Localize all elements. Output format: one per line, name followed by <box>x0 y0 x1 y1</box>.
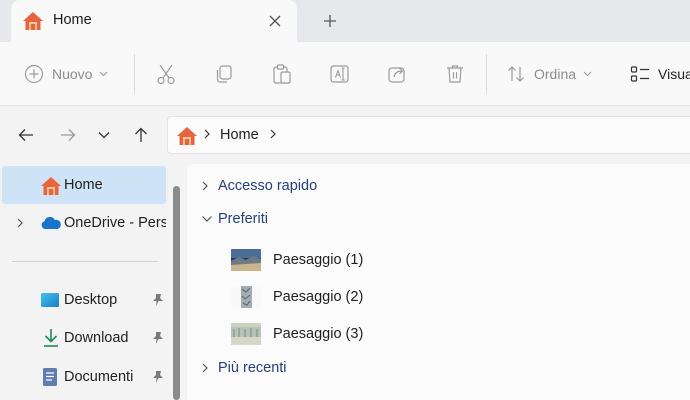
sort-button[interactable]: Ordina <box>506 60 592 88</box>
delete-button[interactable] <box>444 60 466 88</box>
chevron-right-icon[interactable] <box>203 127 211 141</box>
group-header-label: Accesso rapido <box>218 178 318 194</box>
trash-icon <box>447 65 463 83</box>
recent-locations-button[interactable] <box>91 122 117 148</box>
close-icon <box>269 15 281 27</box>
desktop-icon <box>41 293 59 307</box>
tab-strip: Home <box>0 0 690 42</box>
list-item[interactable]: Paesaggio (2) <box>231 283 363 311</box>
toolbar-separator <box>486 54 487 94</box>
group-header-label: Più recenti <box>218 360 287 376</box>
chevron-right-icon[interactable] <box>16 217 24 229</box>
arrow-up-icon <box>135 127 147 142</box>
sidebar-divider <box>12 261 158 262</box>
arrow-left-icon <box>18 129 33 141</box>
command-bar: Nuovo Ordina Visua <box>0 42 690 106</box>
arrow-right-icon <box>61 129 76 141</box>
chevron-right-icon[interactable] <box>269 127 277 141</box>
breadcrumb-home[interactable]: Home <box>220 127 259 143</box>
chevron-right-icon <box>202 181 208 191</box>
group-header-label: Preferiti <box>218 211 268 227</box>
sort-icon <box>508 66 524 82</box>
sidebar-item-onedrive[interactable]: OneDrive - Perso <box>2 204 166 242</box>
plus-icon <box>324 15 336 27</box>
documents-icon <box>43 368 57 386</box>
sidebar-item-label: Desktop <box>64 292 118 308</box>
tab-home[interactable]: Home <box>11 0 297 42</box>
file-name: Paesaggio (3) <box>273 326 364 342</box>
navigation-bar: Home <box>0 106 690 164</box>
file-name: Paesaggio (2) <box>273 289 364 305</box>
chevron-down-icon <box>100 71 108 77</box>
image-thumbnail-icon <box>231 286 261 308</box>
address-bar[interactable]: Home <box>167 116 690 154</box>
sidebar-item-label: Download <box>64 330 129 346</box>
chevron-down-icon <box>202 216 212 222</box>
group-header-quick-access[interactable]: Accesso rapido <box>201 175 317 197</box>
chevron-down-icon <box>583 71 592 77</box>
view-button[interactable]: Visua <box>630 60 690 88</box>
copy-icon <box>216 65 232 83</box>
sidebar-item-download[interactable]: Download <box>2 319 166 357</box>
group-header-recent[interactable]: Più recenti <box>201 357 287 379</box>
rename-icon <box>330 65 349 83</box>
chevron-right-icon <box>202 363 208 373</box>
pin-icon[interactable] <box>152 293 164 307</box>
close-tab-button[interactable] <box>263 9 287 33</box>
home-icon <box>41 177 61 195</box>
sidebar-scrollbar[interactable] <box>173 186 180 400</box>
up-button[interactable] <box>128 122 154 148</box>
new-button-label: Nuovo <box>52 66 93 82</box>
view-button-label: Visua <box>658 66 690 82</box>
home-icon <box>23 12 43 30</box>
sidebar-item-label: Documenti <box>64 369 134 385</box>
view-list-icon <box>630 66 649 82</box>
file-list: Accesso rapido Preferiti Paesaggio (1) P… <box>187 164 690 400</box>
sidebar-item-desktop[interactable]: Desktop <box>2 281 166 319</box>
chevron-down-icon <box>98 132 110 139</box>
add-circle-icon <box>24 64 44 84</box>
sidebar-item-documents[interactable]: Documenti <box>2 358 166 396</box>
sort-button-label: Ordina <box>534 66 577 82</box>
image-thumbnail-icon <box>231 323 261 345</box>
onedrive-cloud-icon <box>41 216 61 229</box>
sidebar-item-label: Home <box>64 177 103 193</box>
paste-button[interactable] <box>271 60 293 88</box>
pin-icon[interactable] <box>152 331 164 345</box>
scissors-icon <box>157 64 175 85</box>
rename-button[interactable] <box>329 60 351 88</box>
navigation-pane: Home OneDrive - Perso Desktop Download D… <box>0 164 182 400</box>
paste-icon <box>273 64 291 84</box>
home-icon <box>177 127 197 145</box>
copy-button[interactable] <box>213 60 235 88</box>
back-button[interactable] <box>13 122 39 148</box>
sidebar-item-home[interactable]: Home <box>2 166 166 204</box>
group-header-favorites[interactable]: Preferiti <box>201 208 268 230</box>
forward-button[interactable] <box>55 122 81 148</box>
pin-icon[interactable] <box>152 370 164 384</box>
list-item[interactable]: Paesaggio (3) <box>231 320 363 348</box>
file-name: Paesaggio (1) <box>273 252 364 268</box>
new-tab-button[interactable] <box>318 9 342 33</box>
share-button[interactable] <box>387 60 409 88</box>
image-thumbnail-icon <box>231 249 261 271</box>
toolbar-separator <box>134 54 135 94</box>
list-item[interactable]: Paesaggio (1) <box>231 246 363 274</box>
new-button[interactable]: Nuovo <box>24 60 108 88</box>
sidebar-item-label: OneDrive - Perso <box>64 215 166 231</box>
download-icon <box>44 329 58 347</box>
share-icon <box>388 67 405 83</box>
cut-button[interactable] <box>155 60 177 88</box>
tab-title: Home <box>53 12 92 28</box>
